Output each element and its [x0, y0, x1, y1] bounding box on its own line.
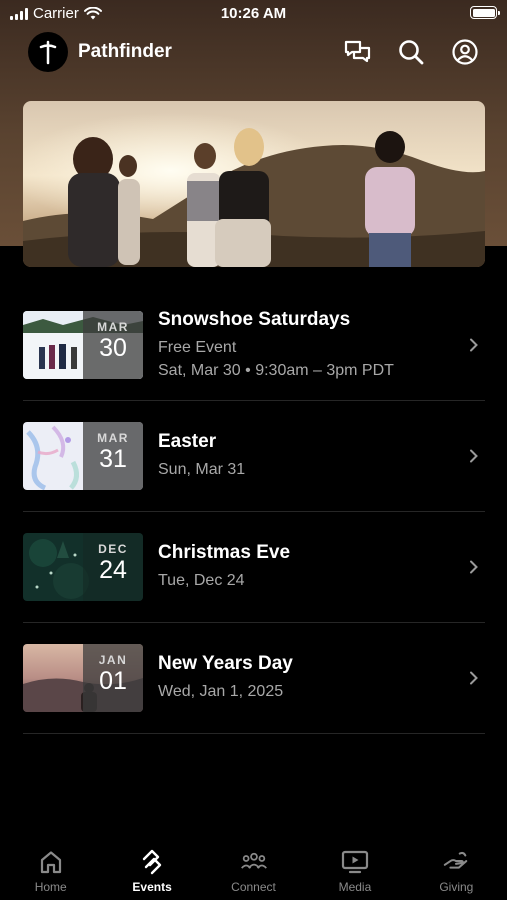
giving-icon: [442, 848, 470, 876]
event-text: Christmas Eve Tue, Dec 24: [158, 542, 485, 592]
event-thumbnail: JAN 01: [23, 644, 143, 712]
event-row-new-years-day[interactable]: JAN 01 New Years Day Wed, Jan 1, 2025: [23, 623, 485, 734]
header-actions: [343, 38, 479, 66]
date-badge: MAR 30: [83, 311, 143, 379]
tab-label: Connect: [231, 880, 276, 894]
tab-label: Giving: [439, 880, 474, 894]
connect-icon: [240, 848, 268, 876]
tab-connect[interactable]: Connect: [203, 838, 304, 900]
event-row-easter[interactable]: MAR 31 Easter Sun, Mar 31: [23, 401, 485, 512]
date-day: 24: [99, 556, 127, 584]
events-icon: [138, 848, 166, 876]
date-day: 01: [99, 667, 127, 695]
date-day: 30: [99, 334, 127, 362]
event-title: Christmas Eve: [158, 542, 291, 563]
chevron-right-icon: [470, 449, 478, 463]
event-thumbnail: MAR 30: [23, 311, 143, 379]
chevron-right-icon: [470, 338, 478, 352]
event-list: MAR 30 Snowshoe Saturdays Free Event Sat…: [23, 290, 485, 734]
profile-button[interactable]: [451, 38, 479, 66]
status-bar: Carrier 10:26 AM: [0, 0, 507, 28]
event-text: Snowshoe Saturdays Free Event Sat, Mar 3…: [158, 309, 485, 382]
event-date: Sun, Mar 31: [158, 461, 246, 478]
cross-logo-icon: [39, 40, 57, 65]
date-badge: MAR 31: [83, 422, 143, 490]
chat-icon: [344, 40, 370, 62]
tab-label: Home: [34, 880, 67, 894]
hero-banner-image[interactable]: [23, 101, 485, 267]
event-row-snowshoe-saturdays[interactable]: MAR 30 Snowshoe Saturdays Free Event Sat…: [23, 290, 485, 401]
event-date: Tue, Dec 24: [158, 572, 245, 589]
battery-icon: [470, 6, 500, 19]
app-header: Pathfinder: [28, 32, 479, 72]
event-thumbnail: DEC 24: [23, 533, 143, 601]
date-month: MAR: [97, 431, 129, 445]
tab-media[interactable]: Media: [304, 838, 405, 900]
event-subtitle: Free Event: [158, 338, 237, 356]
tab-giving[interactable]: Giving: [406, 838, 507, 900]
date-badge: JAN 01: [83, 644, 143, 712]
event-title: Easter: [158, 431, 217, 452]
tab-label: Media: [338, 880, 372, 894]
tab-events[interactable]: Events: [101, 838, 202, 900]
tab-label: Events: [132, 880, 172, 894]
date-day: 31: [99, 445, 127, 473]
profile-icon: [452, 39, 478, 65]
event-row-christmas-eve[interactable]: DEC 24 Christmas Eve Tue, Dec 24: [23, 512, 485, 623]
chevron-right-icon: [470, 560, 478, 574]
event-text: New Years Day Wed, Jan 1, 2025: [158, 653, 485, 703]
event-datetime: Sat, Mar 30 • 9:30am – 3pm PDT: [158, 361, 394, 379]
event-title: New Years Day: [158, 653, 293, 674]
tab-bar: Home Events Connect Media Giving: [0, 838, 507, 900]
home-icon: [37, 848, 65, 876]
date-month: JAN: [98, 653, 128, 667]
tab-home[interactable]: Home: [0, 838, 101, 900]
event-date: Wed, Jan 1, 2025: [158, 683, 284, 700]
search-icon: [399, 40, 424, 65]
date-month: DEC: [98, 542, 128, 556]
app-title: Pathfinder: [78, 41, 172, 62]
event-text: Easter Sun, Mar 31: [158, 431, 485, 481]
chat-button[interactable]: [343, 38, 371, 66]
event-thumbnail: MAR 31: [23, 422, 143, 490]
chevron-right-icon: [470, 671, 478, 685]
date-badge: DEC 24: [83, 533, 143, 601]
app-logo[interactable]: [28, 32, 68, 72]
search-button[interactable]: [397, 38, 425, 66]
event-title: Snowshoe Saturdays: [158, 308, 351, 330]
media-icon: [341, 848, 369, 876]
date-month: MAR: [97, 320, 129, 334]
status-time: 10:26 AM: [220, 5, 287, 22]
